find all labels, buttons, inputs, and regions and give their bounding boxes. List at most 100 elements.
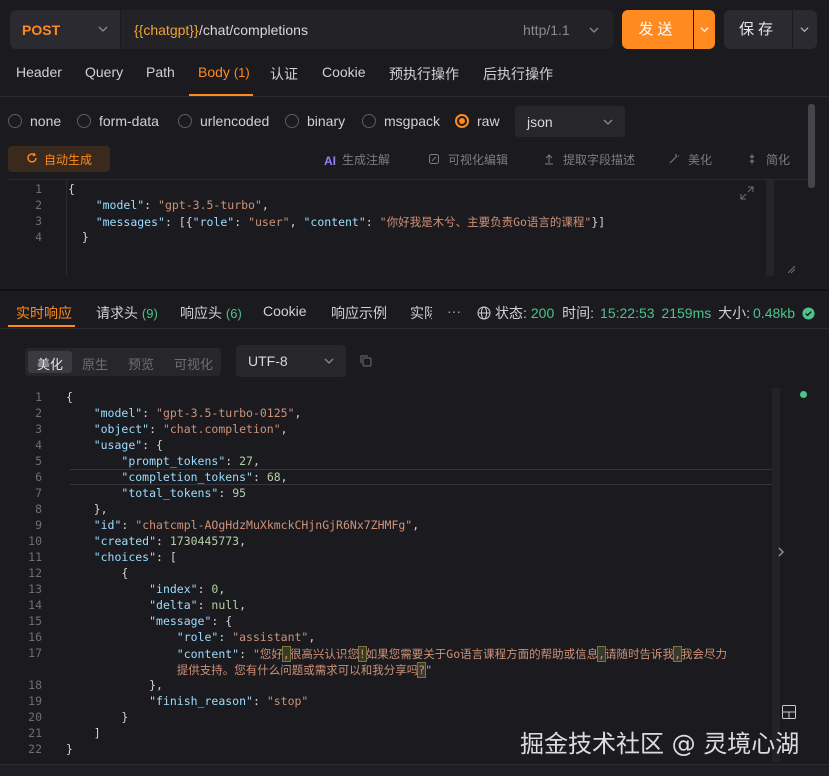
expand-icon[interactable] xyxy=(740,186,754,200)
tab-response-cookie[interactable]: Cookie xyxy=(263,303,307,319)
minify-label: 简化 xyxy=(766,153,791,167)
divider xyxy=(0,328,829,329)
view-visualize[interactable]: 可视化 xyxy=(174,354,213,373)
chevron-down-icon xyxy=(603,119,613,125)
extract-icon xyxy=(545,154,553,165)
code-line: "message": { xyxy=(149,614,233,628)
line-number: 15 xyxy=(28,614,42,628)
response-view-mode: 美化 原生 预览 可视化 xyxy=(25,348,221,376)
tab-response-headers[interactable]: 响应头 (6) xyxy=(180,303,242,323)
chevron-down-icon xyxy=(324,358,334,364)
send-button[interactable]: 发送 xyxy=(622,10,693,49)
size-label: 大小: xyxy=(718,305,751,321)
send-dropdown-button[interactable] xyxy=(694,10,715,49)
code-line: "prompt_tokens": 27, xyxy=(121,454,260,468)
auto-generate-label: 自动生成 xyxy=(44,153,93,167)
http-version-select[interactable]: http/1.1 xyxy=(523,22,570,38)
body-format-select[interactable]: json xyxy=(515,106,625,137)
view-beautify[interactable]: 美化 xyxy=(37,354,63,373)
code-line: } xyxy=(81,230,89,244)
line-number: 2 xyxy=(35,406,42,420)
code-line: "messages": [{"role": "user", "content":… xyxy=(95,215,606,229)
code-line: { xyxy=(66,390,73,404)
tab-realtime-response[interactable]: 实时响应 xyxy=(16,303,72,323)
panel-splitter[interactable] xyxy=(0,289,829,291)
tab-request-headers[interactable]: 请求头 (9) xyxy=(96,303,158,323)
tab-count: (9) xyxy=(141,306,158,321)
line-number: 7 xyxy=(35,486,42,500)
code-line: "index": 0, xyxy=(149,582,226,596)
save-dropdown-button[interactable] xyxy=(793,10,817,49)
line-number: 12 xyxy=(28,566,42,580)
divider xyxy=(0,96,829,97)
auto-generate-button[interactable]: 自动生成 xyxy=(8,146,110,172)
beautify-label: 美化 xyxy=(688,153,713,167)
radio-dot xyxy=(77,114,91,128)
encoding-select[interactable]: UTF-8 xyxy=(236,345,346,377)
extract-fields-button[interactable]: 提取字段描述 xyxy=(543,151,635,168)
chevron-right-icon[interactable] xyxy=(777,547,785,557)
ai-annotate-button[interactable]: AI 生成注解 xyxy=(324,151,390,168)
tab-body-count: (1) xyxy=(233,65,250,80)
extract-fields-label: 提取字段描述 xyxy=(563,153,636,167)
code-line: "delta": null, xyxy=(149,598,247,612)
code-line: "total_tokens": 95 xyxy=(121,486,247,500)
tab-query[interactable]: Query xyxy=(85,64,123,84)
code-line: ] xyxy=(93,726,101,740)
response-body-editor[interactable]: 1 {2 "model": "gpt-3.5-turbo-0125", 3 "obj… xyxy=(8,388,788,762)
method-select[interactable]: POST xyxy=(10,10,120,49)
radio-dot xyxy=(285,114,299,128)
minify-button[interactable]: 简化 xyxy=(746,151,790,168)
duration-value: 2159ms xyxy=(661,305,712,321)
magic-icon xyxy=(669,154,679,164)
tab-body-label: Body xyxy=(198,64,230,80)
line-number: 21 xyxy=(28,726,42,740)
save-button[interactable]: 保存 xyxy=(724,10,792,49)
visual-edit-button[interactable]: 可视化编辑 xyxy=(428,151,508,168)
line-number: 1 xyxy=(35,182,42,196)
layout-icon[interactable] xyxy=(781,704,797,720)
code-line: "role": "assistant", xyxy=(176,630,316,644)
tab-cookie[interactable]: Cookie xyxy=(322,64,366,84)
line-number: 8 xyxy=(35,502,42,516)
tab-actual[interactable]: 实际 xyxy=(410,303,432,323)
response-scrollbar[interactable] xyxy=(772,388,780,762)
tab-header[interactable]: Header xyxy=(16,64,62,84)
tab-path[interactable]: Path xyxy=(146,64,175,84)
line-number: 10 xyxy=(28,534,42,548)
line-number: 4 xyxy=(35,438,42,452)
live-indicator xyxy=(800,391,807,398)
view-raw[interactable]: 原生 xyxy=(82,354,108,373)
line-number: 6 xyxy=(35,470,42,484)
resize-handle-icon[interactable] xyxy=(786,264,796,274)
radio-label: raw xyxy=(477,113,500,129)
code-line: "choices": [ xyxy=(93,550,177,564)
radio-label: none xyxy=(30,113,62,129)
page-scrollbar-thumb[interactable] xyxy=(808,104,815,188)
line-number: 11 xyxy=(28,550,42,564)
status-code: 200 xyxy=(530,305,555,321)
beautify-button[interactable]: 美化 xyxy=(668,151,712,168)
code-line: { xyxy=(121,566,129,580)
radio-dot xyxy=(362,114,376,128)
more-tabs-button[interactable]: ··· xyxy=(447,303,461,319)
radio-label: binary xyxy=(307,113,346,129)
line-number: 2 xyxy=(35,198,42,212)
code-line: "model": "gpt-3.5-turbo", xyxy=(95,198,269,212)
tab-post-actions[interactable]: 后执行操作 xyxy=(483,64,553,84)
view-preview[interactable]: 预览 xyxy=(128,354,154,373)
url-path: /chat/completions xyxy=(199,22,308,38)
tab-auth[interactable]: 认证 xyxy=(270,64,298,84)
tab-label: 请求头 xyxy=(96,305,138,321)
url-input[interactable]: {{chatgpt}} /chat/completions http/1.1 xyxy=(121,10,613,49)
tab-response-example[interactable]: 响应示例 xyxy=(331,303,387,323)
status-label: 状态: xyxy=(495,305,527,321)
tab-pre-actions[interactable]: 预执行操作 xyxy=(389,64,459,84)
code-line: "content": "您好,很高兴认识您!如果您需要关于Go语言课程方面的帮助… xyxy=(176,646,727,662)
copy-icon[interactable] xyxy=(359,354,373,368)
line-number: 18 xyxy=(28,678,42,692)
request-body-editor[interactable]: 1 {2 "model": "gpt-3.5-turbo", 3 "messages… xyxy=(8,179,808,276)
editor-scrollbar[interactable] xyxy=(766,180,774,276)
tab-body[interactable]: Body (1) xyxy=(198,64,250,84)
line-number: 13 xyxy=(28,582,42,596)
